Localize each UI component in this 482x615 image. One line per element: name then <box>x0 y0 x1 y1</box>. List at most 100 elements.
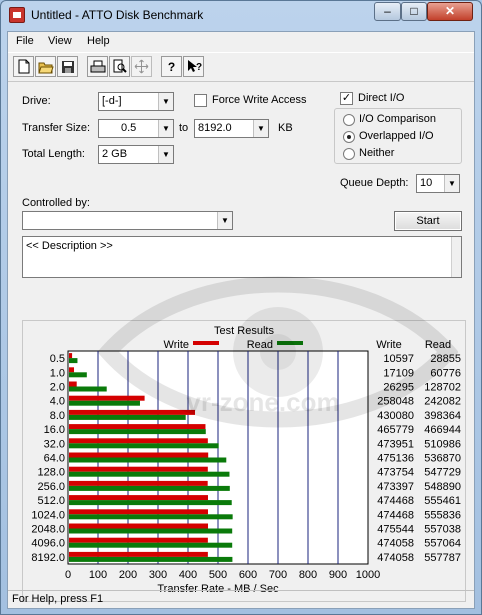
neither-label: Neither <box>359 147 395 159</box>
chevron-down-icon: ▼ <box>253 120 268 137</box>
menu-bar: File View Help <box>8 32 474 52</box>
y-tick-label: 1024.0 <box>31 509 65 521</box>
y-tick-label: 32.0 <box>44 438 65 450</box>
read-value: 28855 <box>430 353 461 365</box>
force-write-label: Force Write Access <box>212 94 307 106</box>
y-tick-label: 16.0 <box>44 424 65 436</box>
write-bar <box>69 452 209 458</box>
drive-label: Drive: <box>22 95 51 107</box>
queue-depth-select[interactable]: 10 ▼ <box>416 174 460 193</box>
write-bar <box>69 509 208 515</box>
force-write-checkbox[interactable] <box>194 94 207 107</box>
open-folder-icon[interactable] <box>35 56 56 77</box>
read-bar <box>69 358 78 364</box>
help-question-icon[interactable]: ? <box>161 56 182 77</box>
x-tick-label: 0 <box>65 569 71 581</box>
write-value: 465779 <box>377 424 414 436</box>
chevron-down-icon: ▼ <box>158 146 173 163</box>
window-title: Untitled - ATTO Disk Benchmark <box>31 8 204 22</box>
read-value: 557038 <box>424 524 461 536</box>
menu-view[interactable]: View <box>48 35 72 47</box>
transfer-size-to-select[interactable]: 8192.0 ▼ <box>194 119 269 138</box>
direct-io-label: Direct I/O <box>358 92 405 104</box>
chevron-down-icon: ▼ <box>158 120 173 137</box>
io-comparison-radio[interactable] <box>343 114 355 126</box>
write-value: 473951 <box>377 438 414 450</box>
results-chart: Test Results Write Read Write Read 0 100 200 300… <box>31 325 461 595</box>
print-preview-icon[interactable] <box>109 56 130 77</box>
transfer-size-from-select[interactable]: 0.5 ▼ <box>98 119 174 138</box>
read-bar <box>69 528 233 534</box>
start-button[interactable]: Start <box>394 211 462 231</box>
write-bar <box>69 395 145 401</box>
kb-label: KB <box>278 122 293 134</box>
read-bar <box>69 443 219 449</box>
write-bar <box>69 480 208 486</box>
read-bar <box>69 542 233 548</box>
write-value: 474468 <box>377 495 414 507</box>
total-length-select[interactable]: 2 GB ▼ <box>98 145 174 164</box>
settings-panel: Drive: [-d-] ▼ Force Write Access Transf… <box>8 84 474 602</box>
y-tick-label: 0.5 <box>50 353 65 365</box>
move-cross-icon[interactable] <box>131 56 152 77</box>
menu-help[interactable]: Help <box>87 35 110 47</box>
read-value: 128702 <box>424 382 461 394</box>
x-tick-label: 600 <box>239 569 257 581</box>
write-bar <box>69 523 209 529</box>
read-bar <box>69 514 233 520</box>
status-bar: For Help, press F1 <box>8 590 474 608</box>
write-value: 475136 <box>377 453 414 465</box>
description-box[interactable]: << Description >> <box>22 236 462 278</box>
direct-io-checkbox[interactable]: ✓ <box>340 92 353 105</box>
legend-read-swatch <box>277 341 303 345</box>
x-tick-label: 800 <box>299 569 317 581</box>
drive-select[interactable]: [-d-] ▼ <box>98 92 174 111</box>
read-value: 398364 <box>424 410 461 422</box>
drive-value: [-d-] <box>102 95 122 107</box>
legend-write-label: Write <box>164 339 189 351</box>
controlled-by-label: Controlled by: <box>22 197 90 209</box>
y-tick-label: 4.0 <box>50 396 65 408</box>
transfer-size-label: Transfer Size: <box>22 122 91 134</box>
svg-text:?: ? <box>196 62 202 73</box>
x-tick-label: 700 <box>269 569 287 581</box>
y-tick-label: 2.0 <box>50 382 65 394</box>
save-disk-icon[interactable] <box>57 56 78 77</box>
read-value: 548890 <box>424 481 461 493</box>
read-value: 466944 <box>424 424 461 436</box>
read-value: 510986 <box>424 438 461 450</box>
transfer-from-value: 0.5 <box>121 122 137 134</box>
x-tick-label: 300 <box>149 569 167 581</box>
context-help-icon[interactable]: ? <box>183 56 204 77</box>
controlled-by-select[interactable]: ▼ <box>22 211 233 230</box>
y-tick-label: 8.0 <box>50 410 65 422</box>
read-bar <box>69 400 140 406</box>
write-value: 10597 <box>383 353 414 365</box>
read-bar <box>69 429 206 435</box>
transfer-to-value: 8192.0 <box>198 122 232 134</box>
x-tick-label: 400 <box>179 569 197 581</box>
total-length-value: 2 GB <box>102 148 128 160</box>
toolbar: ? ? <box>8 52 474 82</box>
write-bar <box>69 353 73 359</box>
menu-file[interactable]: File <box>16 35 34 47</box>
read-bar <box>69 386 107 392</box>
app-window: Untitled - ATTO Disk Benchmark – □ ✕ Fil… <box>0 0 482 615</box>
client-area: File View Help ? ? Drive: [-d-] ▼ Force … <box>7 31 475 609</box>
minimize-button[interactable]: – <box>374 2 401 21</box>
y-tick-label: 512.0 <box>37 495 65 507</box>
write-value: 430080 <box>377 410 414 422</box>
queue-depth-value: 10 <box>420 177 433 189</box>
neither-radio[interactable] <box>343 148 355 160</box>
x-tick-label: 100 <box>89 569 107 581</box>
read-bar <box>69 457 227 463</box>
overlapped-io-radio[interactable] <box>343 131 355 143</box>
new-document-icon[interactable] <box>13 56 34 77</box>
x-tick-label: 900 <box>329 569 347 581</box>
description-scrollbar[interactable] <box>451 237 461 277</box>
results-panel: Test Results Write Read Write Read 0 100 200 300… <box>22 320 466 602</box>
maximize-button[interactable]: □ <box>401 2 427 21</box>
print-icon[interactable] <box>87 56 108 77</box>
close-button[interactable]: ✕ <box>427 2 473 21</box>
read-value: 547729 <box>424 467 461 479</box>
